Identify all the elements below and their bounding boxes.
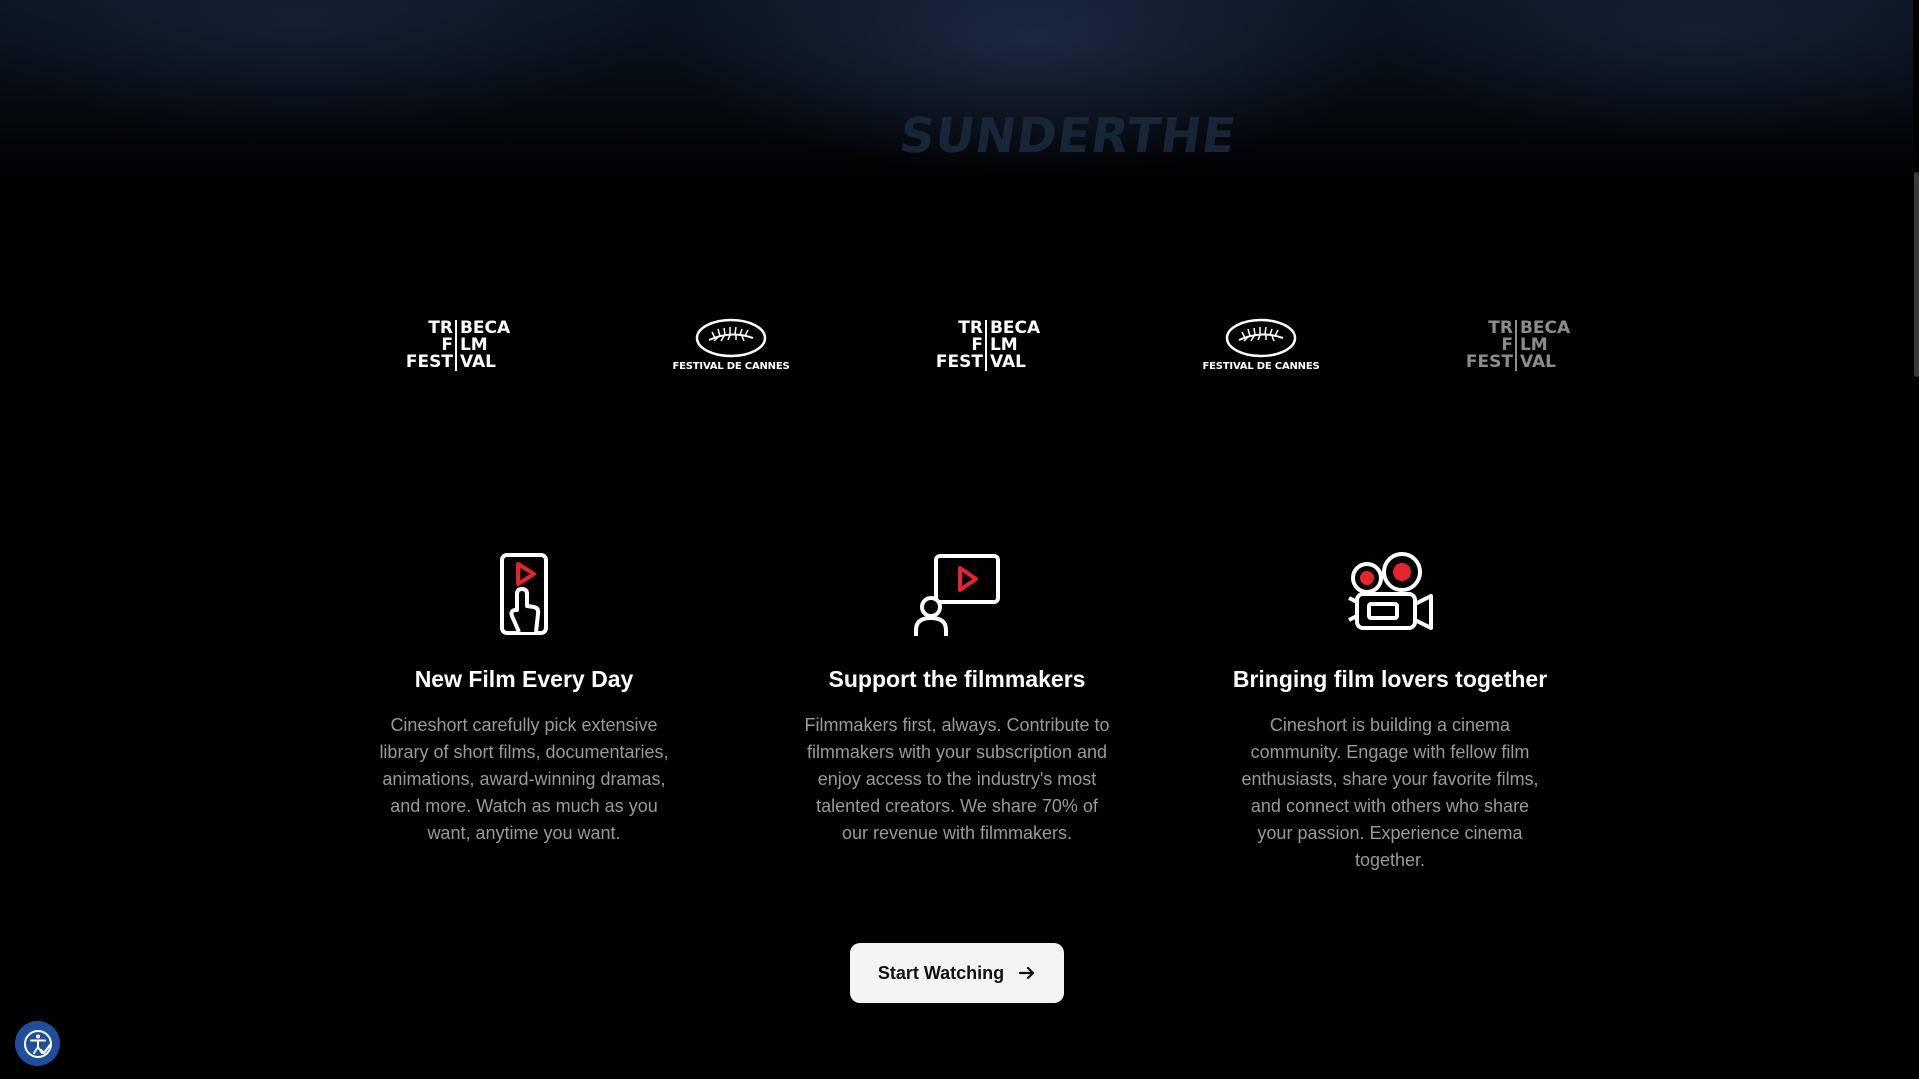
tribeca-text: TR [428, 317, 453, 338]
palm-emblem-icon [695, 318, 767, 358]
feature-support-filmmakers: Support the filmmakers Filmmakers first,… [797, 550, 1117, 847]
tribeca-text: FEST [1465, 351, 1513, 372]
presenter-play-icon [914, 554, 1000, 636]
tribeca-logo: TR BECA F LM FEST VAL [928, 300, 1048, 390]
feature-film-lovers: Bringing film lovers together Cineshort … [1230, 550, 1550, 874]
cannes-logo: FESTIVAL DE CANNES [666, 300, 796, 390]
tribeca-text: VAL [1519, 351, 1556, 372]
hero-background: SUNDERTHE [0, 0, 1919, 190]
scrollbar[interactable] [1913, 0, 1919, 1079]
feature-description: Cineshort is building a cinema community… [1241, 715, 1539, 870]
tribeca-text: F [441, 334, 453, 355]
tribeca-text: FEST [935, 351, 983, 372]
palm-emblem-icon [1225, 318, 1297, 358]
arrow-right-icon [1019, 966, 1035, 980]
tribeca-text: FEST [405, 351, 453, 372]
feature-title: New Film Every Day [414, 666, 634, 692]
tribeca-text: F [971, 334, 983, 355]
tribeca-text: TR [1488, 317, 1513, 338]
tribeca-text: TR [958, 317, 983, 338]
tribeca-text: F [1501, 334, 1513, 355]
start-watching-label: Start Watching [877, 962, 1005, 983]
tribeca-text: LM [459, 334, 488, 355]
touch-play-icon [500, 553, 548, 635]
tribeca-text: BECA [459, 317, 511, 338]
feature-description: Filmmakers first, always. Contribute to … [804, 715, 1110, 843]
film-camera-icon [1348, 552, 1433, 630]
tribeca-logo: TR BECA F LM FEST VAL [1458, 300, 1578, 390]
tribeca-logo: TR BECA F LM FEST VAL [398, 300, 518, 390]
feature-description: Cineshort carefully pick extensive libra… [379, 715, 669, 843]
cannes-caption: FESTIVAL DE CANNES [1202, 361, 1320, 372]
tribeca-text: LM [1519, 334, 1548, 355]
tribeca-text: BECA [1519, 317, 1571, 338]
feature-title: Bringing film lovers together [1232, 666, 1548, 692]
cannes-caption: FESTIVAL DE CANNES [672, 361, 790, 372]
tribeca-text: VAL [459, 351, 496, 372]
tribeca-text: VAL [989, 351, 1026, 372]
feature-new-film: New Film Every Day Cineshort carefully p… [364, 550, 684, 847]
start-watching-button[interactable]: Start Watching [850, 943, 1064, 1003]
hero-overlay-text: SUNDERTHE [896, 108, 1240, 164]
festival-logos: TR BECA F LM FEST VAL FESTIVAL DE CANNES TR… [0, 300, 1919, 390]
accessibility-button[interactable] [15, 1021, 60, 1066]
feature-title: Support the filmmakers [828, 666, 1086, 692]
accessibility-icon [23, 1029, 52, 1058]
tribeca-text: LM [989, 334, 1018, 355]
cannes-logo: FESTIVAL DE CANNES [1196, 300, 1326, 390]
tribeca-text: BECA [989, 317, 1041, 338]
